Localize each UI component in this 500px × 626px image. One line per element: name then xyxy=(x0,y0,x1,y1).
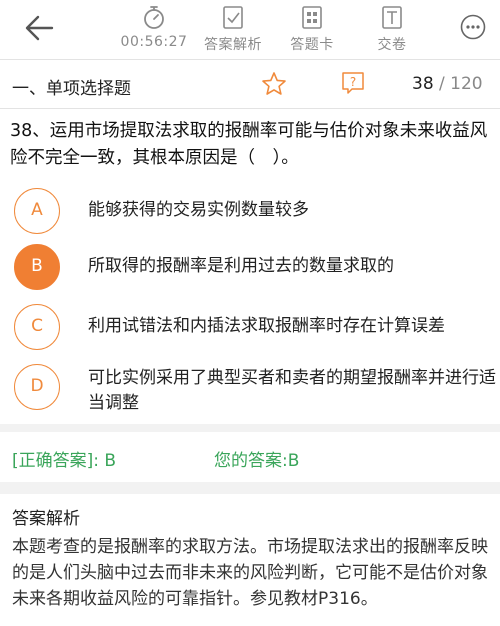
option-letter-circle: D xyxy=(14,364,60,410)
timer-text: 00:56:27 xyxy=(120,34,188,50)
result-separator xyxy=(0,482,500,494)
favorite-button[interactable] xyxy=(260,70,288,98)
current-question-number: 38 xyxy=(412,74,434,94)
answer-analysis-button[interactable]: 答案解析 xyxy=(193,4,273,54)
back-arrow-icon xyxy=(25,15,54,41)
section-title: 一、单项选择题 xyxy=(12,79,131,99)
timer-display: 00:56:27 xyxy=(114,4,194,50)
explanation-title: 答案解析 xyxy=(12,509,80,529)
more-button[interactable] xyxy=(460,14,486,40)
answer-card-label: 答题卡 xyxy=(290,37,334,53)
option-text: 所取得的报酬率是利用过去的数量求取的 xyxy=(88,256,394,276)
option-a[interactable]: A 能够获得的交易实例数量较多 xyxy=(10,188,495,238)
question-text: 38、运用市场提取法求取的报酬率可能与估价对象未来收益风险不完全一致，其根本原因… xyxy=(10,121,488,168)
total-question-count: / 120 xyxy=(433,74,483,94)
question-counter: 38 / 120 xyxy=(412,74,483,94)
answer-card-icon xyxy=(302,6,322,29)
answer-analysis-icon xyxy=(223,6,243,29)
top-toolbar: 00:56:27 答案解析 答题卡 交卷 xyxy=(0,0,500,58)
answer-analysis-label: 答案解析 xyxy=(204,37,262,53)
option-text: 可比实例采用了典型买者和卖者的期望报酬率并进行适当调整 xyxy=(88,368,496,413)
option-letter-circle-selected: B xyxy=(14,244,60,290)
stopwatch-icon xyxy=(144,6,164,29)
question-mark-icon: ? xyxy=(342,72,364,94)
option-d[interactable]: D 可比实例采用了典型买者和卖者的期望报酬率并进行适当调整 xyxy=(10,362,496,418)
option-letter-circle: A xyxy=(14,188,60,234)
submit-icon xyxy=(382,6,402,29)
submit-label: 交卷 xyxy=(377,37,407,53)
section-divider xyxy=(0,108,500,109)
option-letter-circle: C xyxy=(14,304,60,350)
section-header: 一、单项选择题 ? 38 / 120 xyxy=(0,60,500,108)
option-text: 利用试错法和内插法求取报酬率时存在计算误差 xyxy=(88,316,445,336)
star-icon xyxy=(262,72,286,95)
back-button[interactable] xyxy=(22,10,62,46)
correct-answer: [正确答案]: B xyxy=(12,451,117,471)
svg-text:?: ? xyxy=(350,75,356,89)
submit-button[interactable]: 交卷 xyxy=(352,4,432,54)
option-text: 能够获得的交易实例数量较多 xyxy=(88,200,309,220)
more-icon xyxy=(460,14,486,40)
report-question-button[interactable]: ? xyxy=(340,70,366,96)
your-answer: 您的答案:B xyxy=(214,451,300,471)
explanation-text: 本题考查的是报酬率的求取方法。市场提取法求出的报酬率反映的是人们头脑中过去而非未… xyxy=(12,537,488,609)
options-separator xyxy=(0,424,500,432)
option-b[interactable]: B 所取得的报酬率是利用过去的数量求取的 xyxy=(10,244,495,294)
answer-card-button[interactable]: 答题卡 xyxy=(272,4,352,54)
option-c[interactable]: C 利用试错法和内插法求取报酬率时存在计算误差 xyxy=(10,304,495,354)
